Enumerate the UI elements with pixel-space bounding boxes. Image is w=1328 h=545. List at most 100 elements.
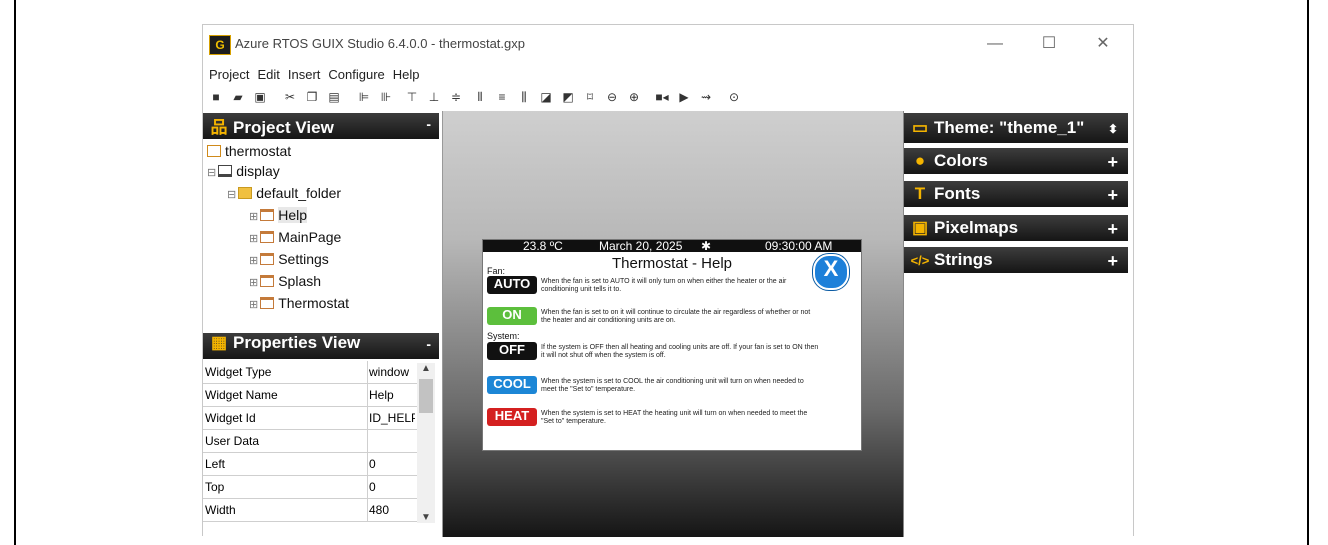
run-icon[interactable]: ▶	[675, 87, 693, 107]
table-row[interactable]: Widget Name Help	[203, 384, 417, 407]
auto-description: When the fan is set to AUTO it will only…	[541, 278, 787, 293]
theme-selector[interactable]: ▭ Theme: "theme_1" ⬍	[904, 113, 1128, 143]
preview-title: Thermostat - Help	[611, 255, 733, 272]
menu-configure[interactable]: Configure	[326, 65, 386, 85]
strings-expand-icon[interactable]: +	[1107, 248, 1118, 274]
collapse-icon[interactable]: ⊟	[207, 167, 216, 179]
fonts-expand-icon[interactable]: +	[1107, 182, 1118, 208]
table-row[interactable]: Top 0	[203, 476, 417, 499]
tree-item-display[interactable]: ⊟ display	[207, 161, 280, 181]
maximize-button[interactable]: ☐	[1029, 31, 1069, 57]
expand-icon[interactable]: ⊞	[249, 255, 258, 267]
table-row[interactable]: User Data	[203, 430, 417, 453]
expand-icon[interactable]: ⊞	[249, 299, 258, 311]
colors-expand-icon[interactable]: +	[1107, 149, 1118, 175]
move-front-icon[interactable]: ◪	[537, 87, 555, 107]
size-to-fit-icon[interactable]: ⌑	[581, 87, 599, 107]
space-horiz-icon[interactable]: ⫴	[471, 87, 489, 107]
collapse-icon[interactable]: ⊟	[227, 189, 236, 201]
about-icon[interactable]: ⊙	[725, 87, 743, 107]
pixelmaps-section[interactable]: ▣ Pixelmaps +	[904, 215, 1128, 241]
align-top-icon[interactable]: ⊤	[403, 87, 421, 107]
date-readout: March 20, 2025	[599, 239, 683, 253]
properties-view-minimize[interactable]: -	[426, 336, 431, 352]
align-center-icon[interactable]: ≑	[447, 87, 465, 107]
menu-insert[interactable]: Insert	[286, 65, 323, 85]
title-bar: G Azure RTOS GUIX Studio 6.4.0.0 - therm…	[203, 25, 1133, 63]
help-screen-preview[interactable]: 23.8 ºC March 20, 2025 ✱ 09:30:00 AM The…	[482, 239, 862, 451]
expand-icon[interactable]: ⊞	[249, 233, 258, 245]
table-row[interactable]: Width 480	[203, 499, 417, 522]
strings-section[interactable]: </> Strings +	[904, 247, 1128, 273]
table-row[interactable]: Left 0	[203, 453, 417, 476]
properties-view-header[interactable]: ▦ Properties View -	[203, 333, 439, 359]
image-icon: ▣	[911, 218, 929, 237]
align-bottom-icon[interactable]: ⊥	[425, 87, 443, 107]
macro-icon[interactable]: ⇝	[697, 87, 715, 107]
scroll-down-icon[interactable]: ▼	[421, 512, 431, 523]
cut-icon[interactable]: ✂	[281, 87, 299, 107]
spinner-icon[interactable]: ⬍	[1108, 114, 1118, 144]
menu-edit[interactable]: Edit	[255, 65, 281, 85]
align-right-icon[interactable]: ⊪	[377, 87, 395, 107]
move-back-icon[interactable]: ◩	[559, 87, 577, 107]
table-row[interactable]: Widget Type window	[203, 361, 417, 384]
tree-item-help[interactable]: ⊞ Help	[249, 205, 308, 225]
monitor-icon: ▭	[911, 118, 929, 137]
tree-item-splash[interactable]: ⊞ Splash	[249, 271, 321, 291]
open-icon[interactable]: ▰	[229, 87, 247, 107]
save-icon[interactable]: ▣	[251, 87, 269, 107]
space-vert-icon[interactable]: ≡	[493, 87, 511, 107]
toolbar: ■ ▰ ▣ ✂ ❐ ▤ ⊫ ⊪ ⊤ ⊥ ≑ ⫴ ≡ ⫼ ◪ ◩ ⌑ ⊖ ⊕ ■◂…	[203, 87, 1133, 107]
auto-button[interactable]: AUTO	[487, 276, 537, 294]
heat-description: When the system is set to HEAT the heati…	[541, 410, 808, 425]
tree-item-mainpage[interactable]: ⊞ MainPage	[249, 227, 341, 247]
minimize-button[interactable]: —	[975, 31, 1015, 57]
cool-description: When the system is set to COOL the air c…	[541, 378, 804, 393]
tree-item-thermostat-screen[interactable]: ⊞ Thermostat	[249, 293, 349, 313]
properties-scrollbar[interactable]: ▲ ▼	[417, 363, 435, 523]
off-button[interactable]: OFF	[487, 342, 537, 360]
properties-view-title: Properties View	[233, 333, 361, 352]
theme-panel: ▭ Theme: "theme_1" ⬍ ● Colors + T Fonts + ▣…	[903, 111, 1133, 537]
expand-icon[interactable]: ⊞	[249, 277, 258, 289]
record-icon[interactable]: ■◂	[653, 87, 671, 107]
project-view-header[interactable]: 品 Project View -	[203, 113, 439, 139]
align-left-icon[interactable]: ⊫	[355, 87, 373, 107]
left-panel: 品 Project View - thermostat ⊟ display ⊟ def…	[203, 111, 443, 537]
grid-icon: ▦	[210, 333, 228, 352]
expand-icon[interactable]: ⊞	[249, 211, 258, 223]
on-description: When the fan is set to on it will contin…	[541, 309, 811, 324]
theme-title: Theme: "theme_1"	[934, 118, 1085, 137]
new-icon[interactable]: ■	[207, 87, 225, 107]
cool-button[interactable]: COOL	[487, 376, 537, 394]
close-button[interactable]: ✕	[1083, 31, 1123, 57]
menu-help[interactable]: Help	[391, 65, 422, 85]
tree-item-default-folder[interactable]: ⊟ default_folder	[227, 183, 341, 203]
tree-item-settings[interactable]: ⊞ Settings	[249, 249, 329, 269]
table-row[interactable]: Widget Id ID_HELP	[203, 407, 417, 430]
design-canvas[interactable]: 23.8 ºC March 20, 2025 ✱ 09:30:00 AM The…	[443, 111, 903, 537]
pixelmaps-expand-icon[interactable]: +	[1107, 216, 1118, 242]
fonts-section[interactable]: T Fonts +	[904, 181, 1128, 207]
window-title: Azure RTOS GUIX Studio 6.4.0.0 - thermos…	[235, 36, 525, 51]
paste-icon[interactable]: ▤	[325, 87, 343, 107]
on-button[interactable]: ON	[487, 307, 537, 325]
colors-section[interactable]: ● Colors +	[904, 148, 1128, 174]
zoom-in-icon[interactable]: ⊕	[625, 87, 643, 107]
project-file-icon	[207, 145, 221, 157]
tree-item-thermostat[interactable]: thermostat	[207, 141, 291, 161]
off-description: If the system is OFF then all heating an…	[541, 344, 819, 359]
copy-icon[interactable]: ❐	[303, 87, 321, 107]
time-readout: 09:30:00 AM	[765, 239, 833, 253]
project-view-minimize[interactable]: -	[426, 116, 431, 132]
heat-button[interactable]: HEAT	[487, 408, 537, 426]
scrollbar-thumb[interactable]	[419, 379, 433, 413]
temperature-readout: 23.8 ºC	[523, 239, 563, 253]
zoom-out-icon[interactable]: ⊖	[603, 87, 621, 107]
app-window: G Azure RTOS GUIX Studio 6.4.0.0 - therm…	[202, 24, 1134, 537]
scroll-up-icon[interactable]: ▲	[421, 363, 431, 374]
status-bar: 23.8 ºC March 20, 2025 ✱ 09:30:00 AM	[483, 240, 861, 252]
menu-project[interactable]: Project	[207, 65, 251, 85]
equal-width-icon[interactable]: ⫼	[515, 87, 533, 107]
